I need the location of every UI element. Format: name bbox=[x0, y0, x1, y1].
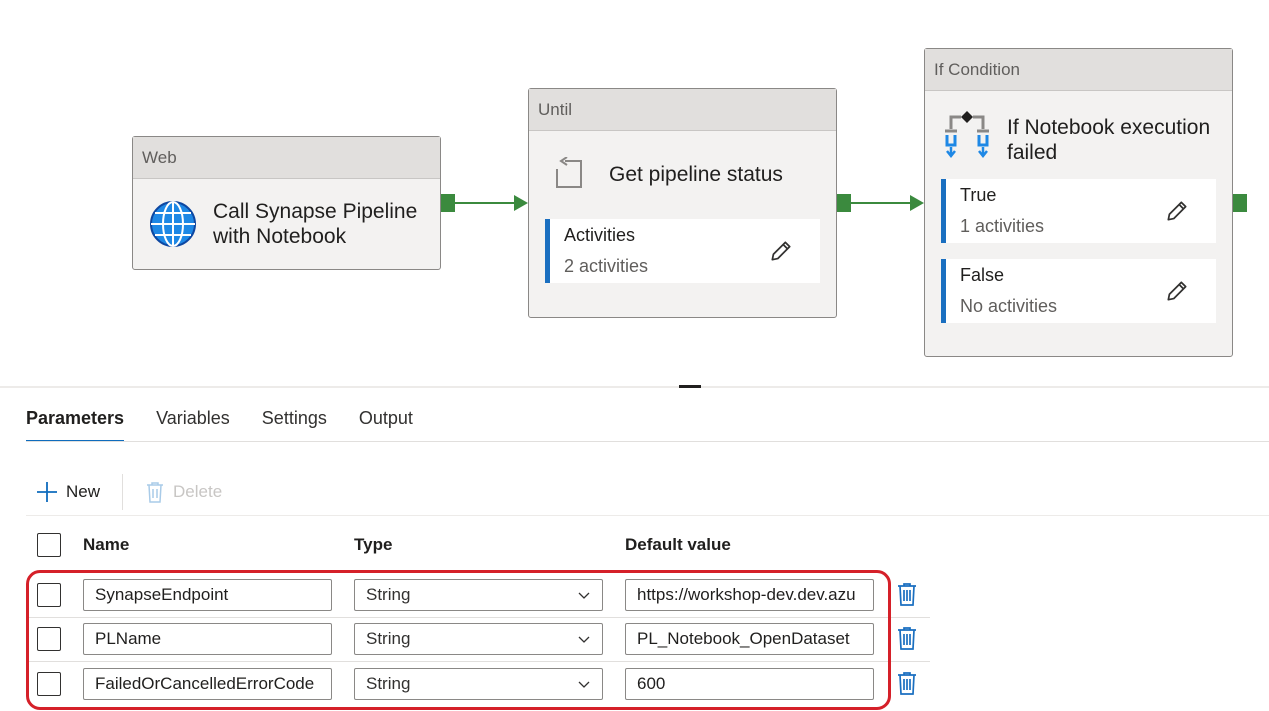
parameter-name-input[interactable]: FailedOrCancelledErrorCode bbox=[83, 668, 332, 700]
activity-title-line2: with Notebook bbox=[213, 225, 347, 248]
sub-title: True bbox=[960, 185, 997, 205]
trash-icon[interactable] bbox=[896, 626, 918, 650]
parameter-name-input[interactable]: SynapseEndpoint bbox=[83, 579, 332, 611]
parameters-toolbar: New Delete bbox=[26, 472, 232, 512]
tab-settings[interactable]: Settings bbox=[262, 398, 327, 442]
tab-output[interactable]: Output bbox=[359, 398, 413, 442]
delete-button[interactable]: Delete bbox=[135, 474, 232, 510]
type-column-header: Type bbox=[354, 535, 393, 554]
type-value: String bbox=[366, 629, 411, 648]
plus-icon bbox=[37, 482, 57, 502]
sub-count: No activities bbox=[960, 296, 1058, 316]
web-output-port[interactable] bbox=[441, 194, 455, 212]
row-separator bbox=[26, 617, 930, 618]
if-output-port[interactable] bbox=[1233, 194, 1247, 212]
type-value: String bbox=[366, 674, 411, 693]
activity-title-line1: Call Synapse Pipeline bbox=[213, 200, 418, 223]
delete-label: Delete bbox=[173, 482, 223, 501]
row-checkbox[interactable] bbox=[37, 583, 61, 607]
default-value-input[interactable]: PL_Notebook_OpenDataset bbox=[625, 623, 874, 655]
if-false-panel[interactable]: False No activities bbox=[941, 259, 1216, 323]
pencil-icon[interactable] bbox=[1164, 278, 1190, 304]
parameter-type-select[interactable]: String bbox=[354, 579, 603, 611]
select-all-checkbox[interactable] bbox=[37, 533, 61, 557]
default-value-column-header: Default value bbox=[625, 535, 731, 554]
if-condition-activity[interactable]: If Condition If Notebook execution faile… bbox=[924, 48, 1233, 357]
toolbar-underline bbox=[26, 515, 1269, 516]
activity-title-line1: If Notebook execution bbox=[1007, 116, 1211, 139]
row-separator bbox=[26, 661, 930, 662]
new-button[interactable]: New bbox=[26, 474, 110, 510]
if-true-panel[interactable]: True 1 activities bbox=[941, 179, 1216, 243]
web-activity[interactable]: Web Call Synapse Pipeline with Notebook bbox=[132, 136, 441, 270]
properties-tabs: Parameters Variables Settings Output bbox=[26, 398, 413, 442]
sub-count: 2 activities bbox=[564, 256, 649, 276]
activity-type-label: If Condition bbox=[925, 49, 1232, 91]
sub-title: False bbox=[960, 265, 1005, 285]
panel-divider bbox=[0, 386, 1269, 388]
pencil-icon[interactable] bbox=[768, 238, 794, 264]
resize-handle[interactable] bbox=[679, 385, 701, 388]
globe-icon bbox=[150, 201, 196, 247]
default-value-input[interactable]: https://workshop-dev.dev.azu bbox=[625, 579, 874, 611]
tab-variables[interactable]: Variables bbox=[156, 398, 230, 442]
until-output-port[interactable] bbox=[837, 194, 851, 212]
parameter-type-select[interactable]: String bbox=[354, 623, 603, 655]
new-label: New bbox=[66, 482, 101, 501]
activity-title-line2: failed bbox=[1007, 141, 1058, 164]
tab-parameters[interactable]: Parameters bbox=[26, 398, 125, 442]
pencil-icon[interactable] bbox=[1164, 198, 1190, 224]
chevron-down-icon bbox=[578, 636, 590, 643]
chevron-down-icon bbox=[578, 592, 590, 599]
trash-icon[interactable] bbox=[896, 671, 918, 695]
chevron-down-icon bbox=[578, 681, 590, 688]
trash-icon bbox=[147, 482, 164, 503]
row-checkbox[interactable] bbox=[37, 672, 61, 696]
branch-icon bbox=[945, 111, 989, 159]
parameter-type-select[interactable]: String bbox=[354, 668, 603, 700]
arrow-until-if bbox=[910, 195, 924, 211]
row-checkbox[interactable] bbox=[37, 627, 61, 651]
sub-title: Activities bbox=[564, 225, 636, 245]
link-until-if bbox=[851, 202, 911, 204]
tabs-underline bbox=[26, 441, 1269, 442]
arrow-web-until bbox=[514, 195, 528, 211]
activity-type-label: Until bbox=[529, 89, 836, 131]
trash-icon[interactable] bbox=[896, 582, 918, 606]
pipeline-canvas[interactable]: Web Call Synapse Pipeline with Notebook … bbox=[0, 0, 1269, 386]
default-value-input[interactable]: 600 bbox=[625, 668, 874, 700]
loop-icon bbox=[556, 157, 582, 188]
link-web-until bbox=[455, 202, 515, 204]
until-activity[interactable]: Until Get pipeline status Activities 2 a… bbox=[528, 88, 837, 318]
name-column-header: Name bbox=[83, 535, 130, 554]
toolbar-separator bbox=[122, 474, 124, 510]
parameter-name-input[interactable]: PLName bbox=[83, 623, 332, 655]
activity-title: Get pipeline status bbox=[609, 162, 783, 186]
sub-count: 1 activities bbox=[960, 216, 1045, 236]
activity-type-label: Web bbox=[133, 137, 440, 179]
until-activities-panel[interactable]: Activities 2 activities bbox=[545, 219, 820, 283]
type-value: String bbox=[366, 585, 411, 604]
